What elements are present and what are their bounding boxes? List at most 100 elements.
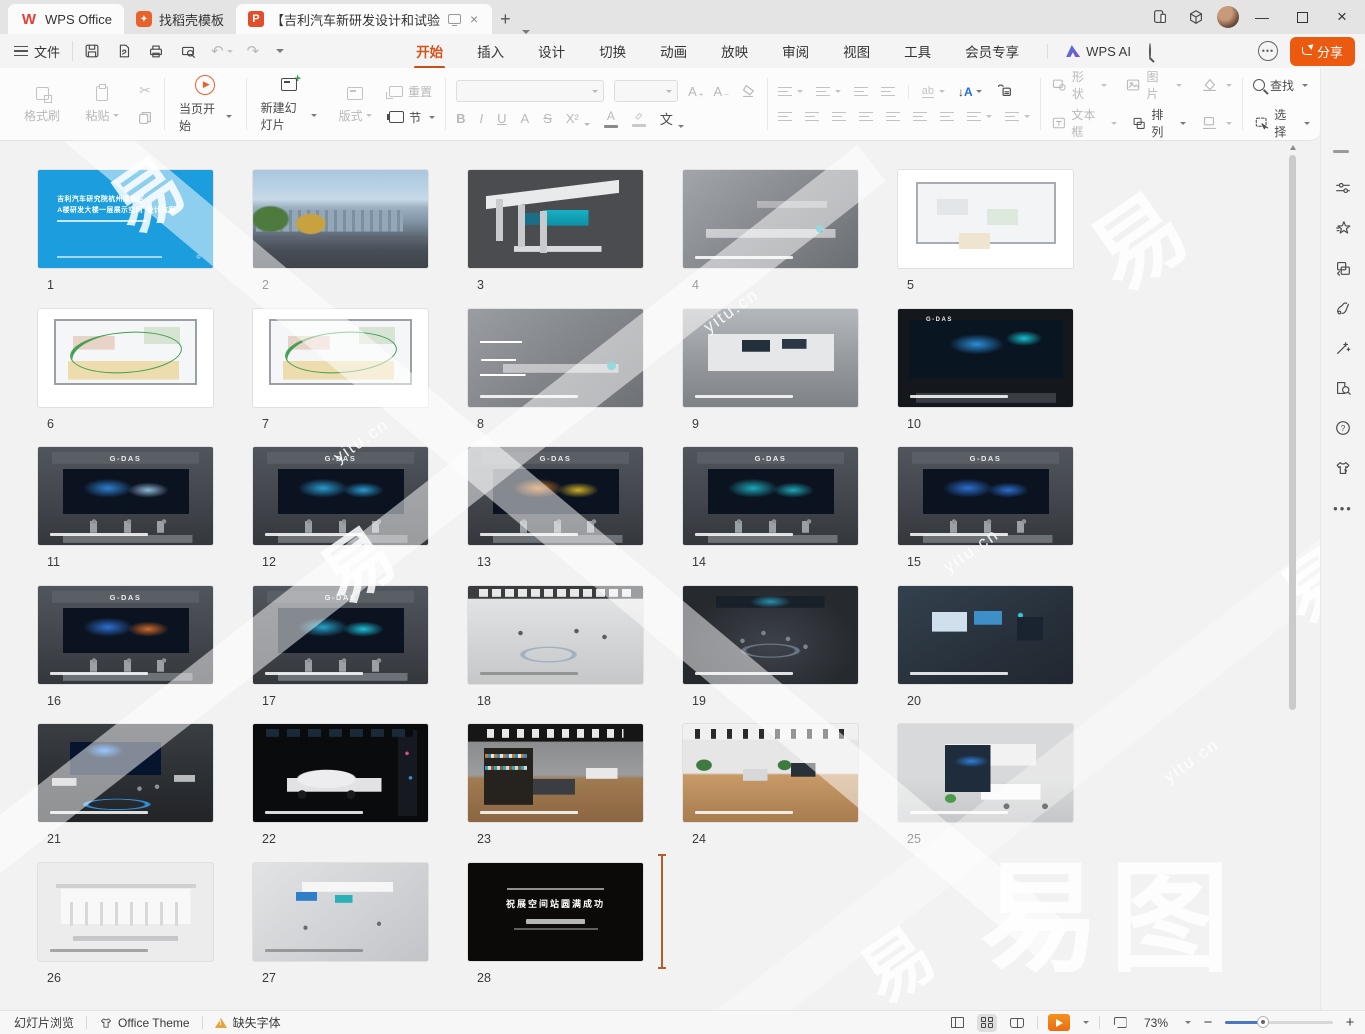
slide-11-thumbnail[interactable]: G-DAS <box>38 447 213 545</box>
distribute-button[interactable] <box>886 112 900 122</box>
menu-tab-放映[interactable]: 放映 <box>719 35 750 67</box>
transition-shapes-icon[interactable] <box>1333 258 1353 278</box>
slide-3-thumbnail[interactable] <box>468 170 643 268</box>
tab-active-document[interactable]: P 【吉利汽车新研发设计和试验中 × <box>236 4 492 34</box>
slide-13-thumbnail[interactable]: G-DAS <box>468 447 643 545</box>
slide-6-thumbnail[interactable] <box>38 309 213 407</box>
menu-tab-工具[interactable]: 工具 <box>902 35 933 67</box>
paste-button[interactable]: 粘贴 <box>76 82 128 126</box>
slide-25-thumbnail[interactable] <box>898 724 1073 822</box>
strikethrough-button[interactable]: S <box>543 111 552 126</box>
menu-tab-动画[interactable]: 动画 <box>658 35 689 67</box>
slide-27-thumbnail[interactable] <box>253 863 428 961</box>
help-icon[interactable]: ? <box>1333 418 1353 438</box>
slide-17-thumbnail[interactable]: G-DAS <box>253 586 428 684</box>
menu-tab-插入[interactable]: 插入 <box>475 35 506 67</box>
menu-tab-审阅[interactable]: 审阅 <box>780 35 811 67</box>
scroll-up-arrow-icon[interactable] <box>1290 145 1296 150</box>
tab-wps-home[interactable]: W WPS Office <box>8 4 124 34</box>
zoom-percentage[interactable]: 73% <box>1140 1016 1172 1030</box>
format-painter-button[interactable]: 格式刷 <box>16 82 68 126</box>
presenter-monitor-icon[interactable] <box>448 14 461 24</box>
properties-sliders-icon[interactable] <box>1333 178 1353 198</box>
zoom-out-button[interactable]: − <box>1201 1014 1215 1031</box>
find-button[interactable]: 查找 <box>1253 77 1310 94</box>
play-from-current-button[interactable]: ▶ 当页开始 <box>175 73 236 136</box>
slide-9-thumbnail[interactable] <box>683 309 858 407</box>
justify-button[interactable] <box>859 112 873 122</box>
menu-tab-视图[interactable]: 视图 <box>841 35 872 67</box>
section-button[interactable]: 节 <box>389 109 435 126</box>
minimize-button[interactable]: — <box>1245 3 1279 31</box>
select-button[interactable]: 选择 <box>1253 106 1310 140</box>
slide-sorter-view-button[interactable] <box>977 1014 997 1032</box>
menu-tab-开始[interactable]: 开始 <box>414 35 445 67</box>
vertical-align-button[interactable] <box>1005 112 1030 122</box>
slide-20-thumbnail[interactable] <box>898 586 1073 684</box>
3d-cube-button[interactable] <box>1181 4 1211 30</box>
skin-theme-icon[interactable] <box>1333 458 1353 478</box>
print-preview-button[interactable] <box>179 42 197 60</box>
cut-button[interactable]: ✂ <box>136 82 154 100</box>
tab-close-icon[interactable]: × <box>468 11 480 27</box>
copy-button[interactable] <box>136 109 154 127</box>
font-family-select[interactable] <box>456 80 604 102</box>
shapes-button[interactable]: 形状 <box>1051 68 1108 102</box>
clear-format-button[interactable] <box>739 82 757 100</box>
effects-star-icon[interactable] <box>1333 218 1353 238</box>
slide-1-thumbnail[interactable]: 吉利汽车研究院杭州湾新区A楼研发大楼一层展示空间"设计方案◎ <box>38 170 213 268</box>
increase-indent-button[interactable] <box>881 87 895 97</box>
scrollbar-thumb[interactable] <box>1289 155 1296 710</box>
bold-button[interactable]: B <box>456 111 465 126</box>
vertical-scrollbar[interactable] <box>1288 141 1298 1010</box>
new-slide-button[interactable]: + 新建幻灯片 <box>257 74 322 135</box>
picture-button[interactable]: 图片 <box>1125 68 1182 102</box>
slide-14-thumbnail[interactable]: G-DAS <box>683 447 858 545</box>
slideshow-play-button[interactable] <box>1048 1014 1070 1031</box>
line-spacing-button[interactable] <box>967 112 992 122</box>
slide-12-thumbnail[interactable]: G-DAS <box>253 447 428 545</box>
italic-button[interactable]: I <box>480 111 484 126</box>
save-button[interactable] <box>83 42 101 60</box>
font-size-select[interactable] <box>614 80 678 102</box>
superscript-button[interactable]: X² <box>566 111 590 126</box>
share-button[interactable]: 分享 <box>1290 37 1355 66</box>
maximize-button[interactable] <box>1285 3 1319 31</box>
feedback-emoji-icon[interactable]: ••• <box>1258 41 1278 61</box>
slide-26-thumbnail[interactable] <box>38 863 213 961</box>
char-border-button[interactable]: A <box>521 111 530 126</box>
reset-slide-button[interactable]: 重置 <box>389 83 435 100</box>
slide-23-thumbnail[interactable] <box>468 724 643 822</box>
file-menu-button[interactable]: 文件 <box>0 42 72 61</box>
slide-2-thumbnail[interactable] <box>253 170 428 268</box>
align-left-button[interactable] <box>778 112 792 122</box>
slide-8-thumbnail[interactable] <box>468 309 643 407</box>
undo-button[interactable]: ↶ <box>211 42 233 60</box>
zoom-slider-handle[interactable] <box>1257 1016 1269 1028</box>
theme-button[interactable]: Office Theme <box>99 1016 190 1030</box>
slide-10-thumbnail[interactable]: G-DAS <box>898 309 1073 407</box>
new-tab-button[interactable]: + <box>492 9 519 30</box>
fill-color-button[interactable] <box>1200 76 1232 94</box>
menu-tab-设计[interactable]: 设计 <box>536 35 567 67</box>
decrease-font-button[interactable]: A− <box>713 84 728 99</box>
char-spacing-button[interactable]: ab <box>922 85 945 98</box>
print-button[interactable] <box>147 42 165 60</box>
slide-sorter-canvas[interactable]: 吉利汽车研究院杭州湾新区A楼研发大楼一层展示空间"设计方案◎123456789G… <box>0 141 1320 1010</box>
arrange-button[interactable]: 排列 <box>1131 106 1186 140</box>
zoom-caret-icon[interactable] <box>1185 1021 1191 1024</box>
column-spacing-button[interactable] <box>913 112 927 122</box>
zoom-slider[interactable] <box>1225 1021 1333 1024</box>
redo-button[interactable]: ↷ <box>247 42 260 60</box>
magic-wand-icon[interactable] <box>1333 338 1353 358</box>
slide-24-thumbnail[interactable] <box>683 724 858 822</box>
numbered-list-button[interactable] <box>816 87 841 97</box>
qat-more-caret-icon[interactable] <box>276 49 284 53</box>
ribbon-search-button[interactable] <box>1149 44 1151 59</box>
slide-21-thumbnail[interactable] <box>38 724 213 822</box>
increase-font-button[interactable]: A+ <box>688 84 703 99</box>
convert-smartart-button[interactable] <box>995 81 1013 102</box>
slide-7-thumbnail[interactable] <box>253 309 428 407</box>
fit-screen-button[interactable] <box>1110 1014 1130 1032</box>
collapse-pane-handle[interactable] <box>1333 150 1349 153</box>
